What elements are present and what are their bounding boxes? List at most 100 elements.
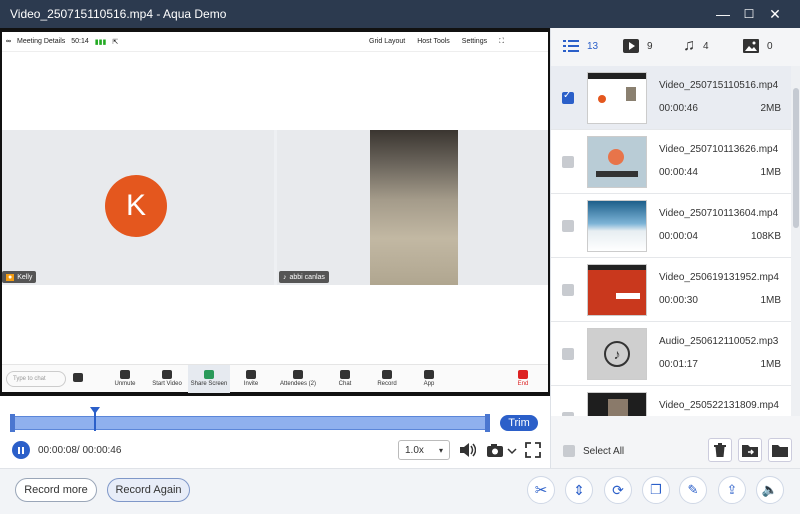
list-item[interactable]: ♪ Audio_250612110052.mp3 00:01:17 1MB: [551, 322, 791, 386]
participant-name: abbi canlas: [289, 273, 325, 281]
file-size: 2MB: [760, 103, 781, 114]
file-list: Video_250715110516.mp4 00:00:46 2MB Vide…: [551, 66, 791, 416]
cut-button[interactable]: ✂: [527, 476, 555, 504]
list-item[interactable]: Video_250522131809.mp4: [551, 386, 791, 416]
tab-video[interactable]: 9: [611, 39, 671, 53]
file-name: Video_250710113604.mp4: [659, 208, 779, 219]
share-button[interactable]: ⇪: [718, 476, 746, 504]
item-checkbox[interactable]: [562, 284, 574, 296]
share-icon: ⇪: [726, 482, 738, 497]
speaker-plus-icon: 🔈: [761, 482, 779, 497]
list-item[interactable]: Video_250619131952.mp4 00:00:30 1MB: [551, 258, 791, 322]
merge-icon: ❐: [650, 482, 662, 497]
window-title: Video_250715110516.mp4 - Aqua Demo: [10, 7, 227, 21]
trim-start-handle[interactable]: [10, 414, 15, 432]
grid-layout-label: Grid Layout: [369, 38, 406, 45]
select-all-checkbox[interactable]: [563, 445, 575, 457]
fullscreen-icon[interactable]: [524, 441, 542, 459]
delete-button[interactable]: [708, 438, 732, 462]
thumbnail: [587, 264, 647, 316]
music-icon: ♫: [683, 37, 695, 54]
record-more-button[interactable]: Record more: [15, 478, 97, 502]
edit-icon: ✎: [687, 482, 699, 497]
close-button[interactable]: ✕: [762, 0, 788, 28]
signal-icon: ▮▮▮: [94, 38, 107, 46]
snapshot-icon[interactable]: [486, 441, 518, 459]
file-duration: 00:00:44: [659, 167, 698, 178]
record-again-button[interactable]: Record Again: [107, 478, 190, 502]
volume-icon[interactable]: [458, 441, 476, 459]
compress-button[interactable]: ⇕: [565, 476, 593, 504]
refresh-icon: ⟳: [612, 481, 624, 498]
open-folder-button[interactable]: [768, 438, 792, 462]
item-checkbox[interactable]: [562, 156, 574, 168]
tab-count: 9: [647, 40, 653, 52]
playhead[interactable]: [90, 407, 100, 431]
file-name: Video_250710113626.mp4: [659, 144, 779, 155]
chat-input: Type to chat: [6, 370, 66, 387]
item-checkbox[interactable]: [562, 220, 574, 232]
file-name: Video_250619131952.mp4: [659, 272, 779, 283]
meeting-tool-invite: Invite: [230, 365, 272, 393]
audio-file-icon: ♪: [604, 341, 630, 367]
minimize-button[interactable]: —: [710, 0, 736, 28]
settings-label: Settings: [461, 38, 488, 45]
thumbnail: [587, 72, 647, 124]
tab-all[interactable]: 13: [551, 40, 611, 52]
maximize-button[interactable]: ☐: [736, 0, 762, 28]
speed-select[interactable]: 1.0x ▾: [398, 440, 450, 460]
trim-timeline[interactable]: [10, 407, 492, 433]
pause-button[interactable]: [12, 441, 30, 459]
participant-tile-abbi: ♪ abbi canlas: [277, 130, 548, 285]
audio-boost-button[interactable]: 🔈: [756, 476, 784, 504]
meeting-logo-icon: ∞: [6, 38, 11, 45]
trim-button[interactable]: Trim: [500, 415, 538, 431]
file-size: 1MB: [760, 167, 781, 178]
move-to-folder-button[interactable]: [738, 438, 762, 462]
list-item[interactable]: Video_250710113604.mp4 00:00:04 108KB: [551, 194, 791, 258]
participant-name: Kelly: [17, 273, 33, 281]
thumbnail: ♪: [587, 328, 647, 380]
item-checkbox[interactable]: [562, 348, 574, 360]
scroll-thumb[interactable]: [793, 88, 799, 228]
convert-button[interactable]: ⟳: [604, 476, 632, 504]
participant-name-tag: ● Kelly: [2, 271, 37, 283]
meeting-tool-end: End: [502, 365, 544, 393]
tab-count: 4: [703, 40, 709, 52]
thumbnail: [587, 200, 647, 252]
media-library-panel: 13 9 ♫ 4 0 Video_250715110516.mp4 00:00:…: [550, 28, 800, 468]
list-item[interactable]: Video_250710113626.mp4 00:00:44 1MB: [551, 130, 791, 194]
select-all[interactable]: Select All: [563, 445, 624, 457]
mic-icon: ♪: [283, 273, 287, 281]
title-bar: Video_250715110516.mp4 - Aqua Demo — ☐ ✕: [0, 0, 800, 28]
file-size: 108KB: [750, 231, 781, 242]
meeting-grid: K ● Kelly ♪ abbi canlas: [2, 130, 548, 285]
video-preview: ∞ Meeting Details 50:14 ▮▮▮ ⇱ Grid Layou…: [0, 28, 550, 396]
meeting-frame: ∞ Meeting Details 50:14 ▮▮▮ ⇱ Grid Layou…: [2, 32, 548, 393]
meeting-tool-record: Record: [366, 365, 408, 393]
file-size: 1MB: [760, 295, 781, 306]
thumbnail: [587, 136, 647, 188]
folder-icon: [772, 445, 788, 457]
tab-audio[interactable]: ♫ 4: [671, 37, 731, 55]
item-checkbox[interactable]: [562, 90, 574, 104]
meeting-tool-attendees: Attendees (2): [272, 365, 324, 393]
timeline-track[interactable]: [10, 416, 490, 430]
file-duration: 00:00:04: [659, 231, 698, 242]
participant-tile-kelly: K ● Kelly: [2, 130, 274, 285]
item-checkbox[interactable]: [562, 412, 574, 416]
trim-end-handle[interactable]: [485, 414, 490, 432]
file-duration: 00:00:46: [659, 103, 698, 114]
meeting-tool-chat: Chat: [324, 365, 366, 393]
host-icon: ●: [6, 273, 15, 281]
edit-button[interactable]: ✎: [679, 476, 707, 504]
tab-image[interactable]: 0: [731, 39, 791, 53]
tab-count: 13: [587, 40, 599, 52]
participant-video-feed: [370, 130, 458, 285]
media-type-tabs: 13 9 ♫ 4 0: [551, 28, 800, 64]
merge-button[interactable]: ❐: [642, 476, 670, 504]
compress-icon: ⇕: [573, 481, 585, 498]
meeting-elapsed: 50:14: [71, 38, 89, 45]
list-item[interactable]: Video_250715110516.mp4 00:00:46 2MB: [551, 66, 791, 130]
fullscreen-icon: ⛶: [499, 37, 504, 45]
